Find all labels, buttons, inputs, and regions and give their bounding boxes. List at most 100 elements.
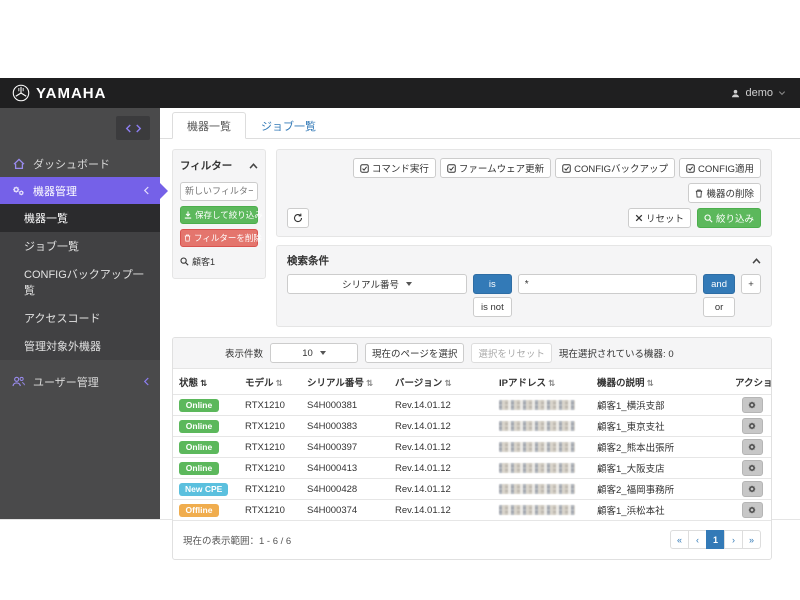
check-square-icon <box>686 164 695 173</box>
config-apply-button[interactable]: CONFIG適用 <box>679 158 761 178</box>
add-condition-button[interactable]: + <box>741 274 761 294</box>
sidebar-item-label: 機器管理 <box>33 183 77 199</box>
run-command-button[interactable]: コマンド実行 <box>353 158 436 178</box>
cell-actions <box>729 437 772 458</box>
search-conditions-panel: 検索条件 シリアル番号 is <box>276 245 772 327</box>
cell-description: 顧客1_横浜支部 <box>591 395 729 416</box>
sidebar-subitem-unmanaged-devices[interactable]: 管理対象外機器 <box>0 332 160 360</box>
sort-icon[interactable]: ⇅ <box>647 378 654 388</box>
cell-version: Rev.14.01.12 <box>389 395 493 416</box>
table-row[interactable]: Online RTX1210 S4H000381 Rev.14.01.12 顧客… <box>173 395 772 416</box>
sort-icon[interactable]: ⇅ <box>276 378 283 388</box>
sidebar-collapse-control[interactable] <box>116 116 150 140</box>
conjunction-and-button[interactable]: and <box>703 274 735 294</box>
table-row[interactable]: Offline RTX1210 S4H000374 Rev.14.01.12 顧… <box>173 500 772 521</box>
sort-icon[interactable]: ⇅ <box>366 378 373 388</box>
table-footer: 現在の表示範囲：1 - 6 / 6 «‹1›» <box>173 520 771 559</box>
cell-ip <box>493 458 591 479</box>
table-row[interactable]: Online RTX1210 S4H000413 Rev.14.01.12 顧客… <box>173 458 772 479</box>
cell-ip <box>493 437 591 458</box>
cell-description: 顧客2_福岡事務所 <box>591 479 729 500</box>
page-size-select[interactable]: 10 <box>270 343 358 363</box>
page-button[interactable]: « <box>670 530 689 549</box>
cell-status: Online <box>173 395 239 416</box>
status-badge: New CPE <box>179 483 228 496</box>
user-menu[interactable]: demo <box>731 87 786 99</box>
device-management-submenu: 機器一覧 ジョブ一覧 CONFIGバックアップ一覧 アクセスコード 管理対象外機… <box>0 204 160 360</box>
cell-description: 顧客2_熊本出張所 <box>591 437 729 458</box>
cell-serial: S4H000381 <box>301 395 389 416</box>
reset-button[interactable]: リセット <box>628 208 691 228</box>
operator-is-button[interactable]: is <box>473 274 512 294</box>
reset-selection-button[interactable]: 選択をリセット <box>471 343 552 363</box>
device-actions-button[interactable] <box>742 481 763 497</box>
sidebar-subitem-job-list[interactable]: ジョブ一覧 <box>0 232 160 260</box>
sidebar-item-user-management[interactable]: ユーザー管理 <box>0 368 160 395</box>
refresh-button[interactable] <box>287 208 309 228</box>
device-actions-button[interactable] <box>742 397 763 413</box>
selected-devices-info: 現在選択されている機器: 0 <box>559 346 674 360</box>
col-ip: IPアドレス <box>499 378 546 389</box>
page-button[interactable]: ‹ <box>688 530 707 549</box>
new-filter-input[interactable] <box>180 182 258 201</box>
cell-ip <box>493 479 591 500</box>
cell-ip <box>493 395 591 416</box>
page-button[interactable]: » <box>742 530 761 549</box>
device-actions-button[interactable] <box>742 418 763 434</box>
search-field-select[interactable]: シリアル番号 <box>287 274 467 294</box>
filter-apply-button[interactable]: 絞り込み <box>697 208 761 228</box>
table-row[interactable]: Online RTX1210 S4H000397 Rev.14.01.12 顧客… <box>173 437 772 458</box>
sort-icon[interactable]: ⇅ <box>444 378 451 388</box>
gear-icon <box>747 421 757 431</box>
filter-panel: フィルター 保存して絞り込み フィルターを削除 <box>172 149 266 279</box>
sidebar-item-dashboard[interactable]: ダッシュボード <box>0 150 160 177</box>
page-button[interactable]: 1 <box>706 530 725 549</box>
redacted-ip <box>499 442 575 452</box>
pagination: «‹1›» <box>671 530 761 549</box>
tab-job-list[interactable]: ジョブ一覧 <box>246 112 331 139</box>
device-actions-button[interactable] <box>742 439 763 455</box>
x-icon <box>635 214 643 222</box>
operator-is-not-button[interactable]: is not <box>473 297 512 317</box>
col-description: 機器の説明 <box>597 378 645 389</box>
delete-filter-button[interactable]: フィルターを削除 <box>180 229 258 247</box>
sidebar-subitem-access-code[interactable]: アクセスコード <box>0 304 160 332</box>
redacted-ip <box>499 463 575 473</box>
sort-icon[interactable]: ⇅ <box>200 378 207 388</box>
col-status: 状態 <box>179 378 198 389</box>
sidebar: ダッシュボード 機器管理 機器一覧 ジョブ一覧 CONFIGバックアップ一覧 <box>0 108 160 519</box>
collapse-caret-icon[interactable] <box>249 163 258 169</box>
col-actions: アクション <box>735 378 772 389</box>
brand-name: YAMAHA <box>36 85 106 102</box>
sidebar-subitem-config-backup-list[interactable]: CONFIGバックアップ一覧 <box>0 260 160 304</box>
cell-ip <box>493 416 591 437</box>
check-square-icon <box>360 164 369 173</box>
sidebar-item-device-management[interactable]: 機器管理 <box>0 177 160 204</box>
sidebar-subitem-device-list[interactable]: 機器一覧 <box>0 204 160 232</box>
cell-serial: S4H000383 <box>301 416 389 437</box>
save-filter-button[interactable]: 保存して絞り込み <box>180 206 258 224</box>
search-value-input[interactable] <box>518 274 697 294</box>
table-row[interactable]: New CPE RTX1210 S4H000428 Rev.14.01.12 顧… <box>173 479 772 500</box>
page-button[interactable]: › <box>724 530 743 549</box>
config-backup-button[interactable]: CONFIGバックアップ <box>555 158 675 178</box>
cell-serial: S4H000374 <box>301 500 389 521</box>
cell-version: Rev.14.01.12 <box>389 437 493 458</box>
tab-device-list[interactable]: 機器一覧 <box>172 112 246 139</box>
saved-filter-link[interactable]: 顧客1 <box>180 255 258 268</box>
collapse-caret-icon[interactable] <box>752 258 761 264</box>
device-actions-button[interactable] <box>742 502 763 518</box>
device-actions-button[interactable] <box>742 460 763 476</box>
delete-device-button[interactable]: 機器の削除 <box>688 183 761 203</box>
cell-description: 顧客1_東京支社 <box>591 416 729 437</box>
select-current-page-button[interactable]: 現在のページを選択 <box>365 343 464 363</box>
main-area: 機器一覧 ジョブ一覧 フィルター <box>160 108 800 519</box>
cell-status: Online <box>173 416 239 437</box>
search-icon <box>704 214 713 223</box>
cell-status: Online <box>173 437 239 458</box>
firmware-update-button[interactable]: ファームウェア更新 <box>440 158 551 178</box>
sort-icon[interactable]: ⇅ <box>548 378 555 388</box>
conjunction-or-button[interactable]: or <box>703 297 735 317</box>
redacted-ip <box>499 421 575 431</box>
table-row[interactable]: Online RTX1210 S4H000383 Rev.14.01.12 顧客… <box>173 416 772 437</box>
